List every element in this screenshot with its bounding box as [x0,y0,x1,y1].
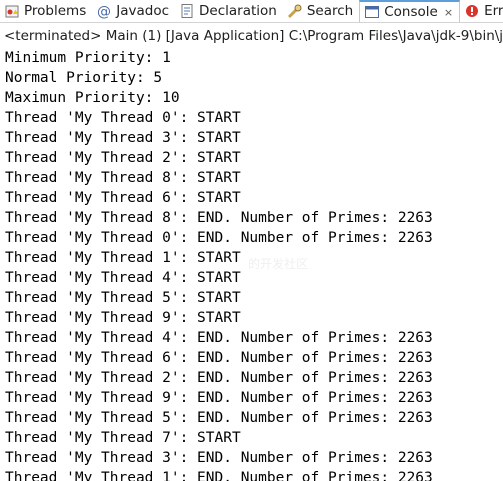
console-line: Thread 'My Thread 8': START [5,170,241,186]
console-line: Normal Priority: 5 [5,70,163,86]
console-line: Thread 'My Thread 3': END. Number of Pri… [5,450,433,466]
console-icon [364,4,380,20]
problems-icon [4,3,20,19]
error-log-icon [464,3,480,19]
console-line: Thread 'My Thread 2': START [5,150,241,166]
console-line: Thread 'My Thread 2': END. Number of Pri… [5,370,433,386]
tab-javadoc[interactable]: @ Javadoc [92,0,175,22]
console-line: Thread 'My Thread 1': START [5,250,241,266]
javadoc-icon: @ [96,3,112,20]
console-status-label: <terminated> Main (1) [Java Application]… [4,28,503,44]
tab-label: Declaration [199,3,277,19]
view-tab-bar: Problems @ Javadoc Declaration Search Co… [0,0,503,23]
close-icon[interactable]: × [444,6,453,19]
tab-label: Javadoc [116,3,170,19]
console-line: Thread 'My Thread 4': END. Number of Pri… [5,330,433,346]
svg-text:@: @ [97,4,111,19]
tab-label: Problems [24,3,87,19]
console-line: Thread 'My Thread 0': START [5,110,241,126]
tab-console[interactable]: Console × [359,0,461,22]
console-line: Thread 'My Thread 9': END. Number of Pri… [5,390,433,406]
console-line: Thread 'My Thread 4': START [5,270,241,286]
console-line: Thread 'My Thread 8': END. Number of Pri… [5,210,433,226]
console-line: Minimum Priority: 1 [5,50,171,66]
console-line: Thread 'My Thread 3': START [5,130,241,146]
console-output[interactable]: Minimum Priority: 1 Normal Priority: 5 Max… [0,48,503,481]
tab-problems[interactable]: Problems [0,0,92,22]
console-line: Thread 'My Thread 9': START [5,310,241,326]
console-line: Thread 'My Thread 0': END. Number of Pri… [5,230,433,246]
tab-label: Search [306,3,354,19]
console-line: Thread 'My Thread 6': END. Number of Pri… [5,350,433,366]
console-line: Maximun Priority: 10 [5,90,180,106]
tab-search[interactable]: Search [283,0,359,22]
console-line: Thread 'My Thread 5': START [5,290,241,306]
tab-label: Err [484,3,503,19]
console-line: Thread 'My Thread 5': END. Number of Pri… [5,410,433,426]
tab-error-log[interactable]: Err [460,0,503,22]
console-line: Thread 'My Thread 1': END. Number of Pri… [5,470,433,481]
console-line: Thread 'My Thread 7': START [5,430,241,446]
declaration-icon [179,3,195,19]
console-line: Thread 'My Thread 6': START [5,190,241,206]
search-icon [287,3,303,19]
tab-declaration[interactable]: Declaration [175,0,283,22]
tab-label: Console [384,4,438,20]
